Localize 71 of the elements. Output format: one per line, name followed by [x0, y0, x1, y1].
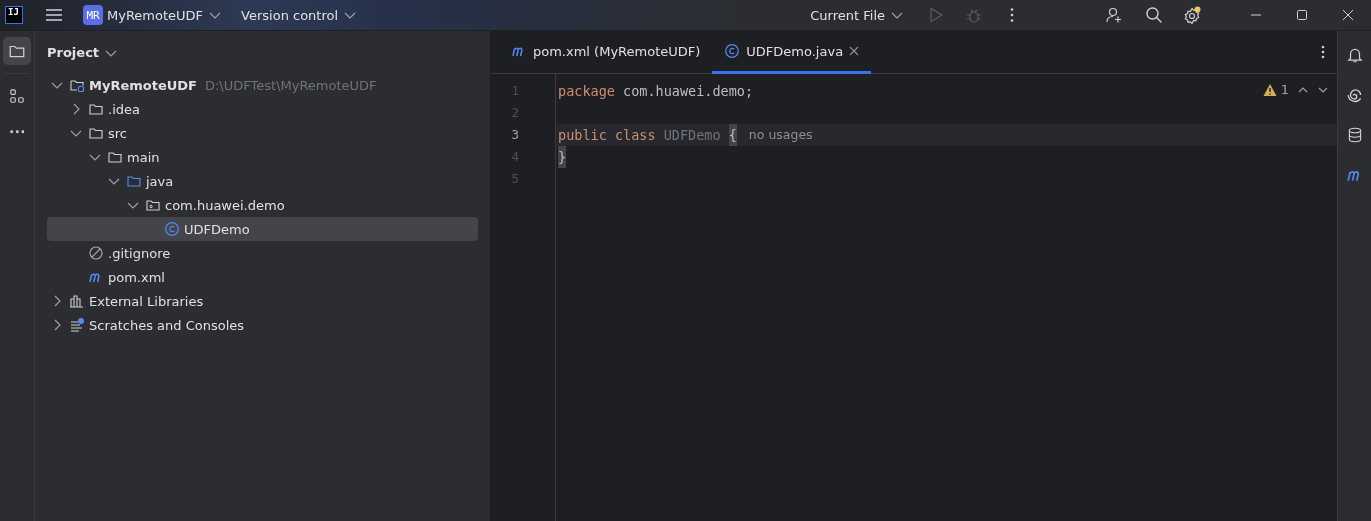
bell-icon [1345, 46, 1364, 64]
tree-item[interactable]: pom.xml [47, 265, 478, 289]
folder-icon [107, 149, 123, 165]
usage-hint[interactable]: no usages [748, 124, 813, 146]
tree-item[interactable]: .gitignore [47, 241, 478, 265]
spiral-icon [1345, 86, 1364, 104]
scratches-icon [69, 317, 85, 333]
class-icon [724, 43, 741, 59]
vcs-label: Version control [241, 7, 339, 23]
vcs-selector[interactable]: Version control [235, 2, 365, 28]
code-text: com.huawei.demo; [622, 82, 754, 101]
item-label: .idea [108, 101, 140, 117]
code-keyword: public class [558, 126, 657, 145]
item-label: UDFDemo [184, 221, 250, 237]
item-label: main [127, 149, 160, 165]
close-icon[interactable] [849, 46, 860, 56]
folder-icon [126, 173, 142, 189]
tree-item[interactable]: MyRemoteUDF D:\UDFTest\MyRemoteUDF [47, 73, 478, 97]
matched-brace: { [728, 124, 737, 146]
run-config-label: Current File [810, 7, 885, 23]
project-name: MyRemoteUDF [107, 7, 204, 23]
menu-icon [45, 7, 63, 23]
warning-icon [1262, 82, 1277, 97]
library-icon [69, 293, 85, 309]
item-label: java [146, 173, 174, 189]
tool-window-button[interactable] [3, 37, 31, 65]
tree-item[interactable]: External Libraries [47, 289, 478, 313]
item-label: Scratches and Consoles [89, 317, 245, 333]
folder-icon [88, 101, 104, 117]
warnings-indicator[interactable]: 1 [1262, 82, 1289, 97]
tree-item[interactable]: main [47, 145, 478, 169]
tree-item[interactable]: Scratches and Consoles [47, 313, 478, 337]
tab-label: pom.xml (MyRemoteUDF) [533, 43, 701, 59]
class-icon [164, 221, 180, 237]
matched-brace: } [558, 146, 567, 168]
code-keyword: package [558, 82, 615, 101]
editor-tab[interactable]: UDFDemo.java [712, 31, 872, 74]
tree-item[interactable]: UDFDemo [47, 217, 478, 241]
run-config-selector[interactable]: Current File [804, 2, 911, 28]
settings-icon[interactable] [1183, 6, 1201, 24]
item-label: src [108, 125, 127, 141]
search-icon[interactable] [1145, 6, 1163, 24]
panel-title[interactable]: Project [47, 44, 100, 60]
tree-item[interactable]: java [47, 169, 478, 193]
tab-label: UDFDemo.java [746, 43, 844, 59]
item-label: com.huawei.demo [165, 197, 285, 213]
project-selector[interactable]: MR MyRemoteUDF [77, 2, 230, 28]
more-icon [9, 130, 25, 134]
tree-item[interactable]: src [47, 121, 478, 145]
ignore-icon [88, 245, 104, 261]
add-user-icon[interactable] [1105, 6, 1123, 24]
editor-tab[interactable]: pom.xml (MyRemoteUDF) [499, 31, 713, 74]
package-icon [145, 197, 161, 213]
item-label: External Libraries [89, 293, 204, 309]
folder-icon [88, 125, 104, 141]
project-badge: MR [83, 5, 103, 25]
line-number: 3 [510, 126, 520, 144]
item-label: MyRemoteUDF [89, 77, 197, 93]
code-text: UDFDemo [663, 126, 722, 145]
tree-item[interactable]: com.huawei.demo [47, 193, 478, 217]
maximize-icon[interactable] [1296, 9, 1308, 21]
item-path: D:\UDFTest\MyRemoteUDF [205, 77, 377, 93]
item-label: pom.xml [108, 269, 165, 285]
structure-icon [8, 87, 26, 105]
module-icon [69, 77, 85, 93]
item-label: .gitignore [108, 245, 171, 261]
app-logo: IJ [5, 6, 23, 24]
close-icon[interactable] [1342, 9, 1354, 21]
more-icon[interactable] [1321, 45, 1325, 59]
tree-item[interactable]: .idea [47, 97, 478, 121]
warning-count: 1 [1280, 82, 1289, 97]
